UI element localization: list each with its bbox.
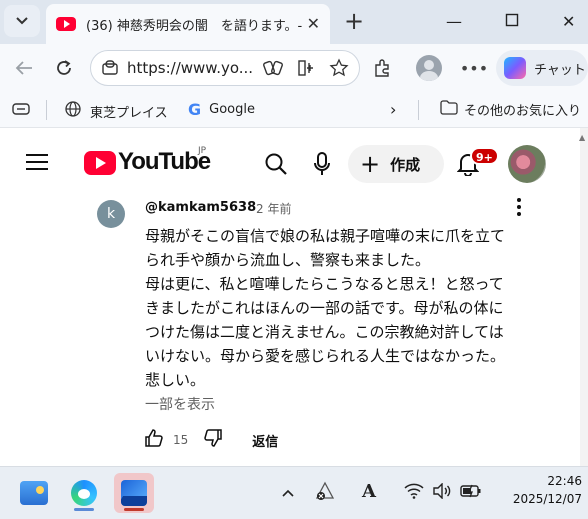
other-favorites-label: その他のお気に入り: [464, 104, 582, 119]
favorite-label: Google: [209, 102, 255, 117]
reply-button[interactable]: 返信: [252, 431, 278, 450]
tab-strip: (36) 神慈秀明会の闇 を語ります。- ✕ + — ✕: [0, 0, 588, 44]
more-options-icon[interactable]: •••: [460, 56, 488, 80]
running-indicator: [74, 508, 94, 511]
microphone-icon[interactable]: [308, 150, 336, 178]
chevron-right-icon[interactable]: ›: [390, 100, 396, 119]
comment-time[interactable]: 2 年前: [256, 200, 291, 217]
comment-actions: 15 返信: [145, 428, 278, 452]
wifi-icon[interactable]: [404, 483, 424, 503]
plus-icon: +: [360, 150, 381, 178]
create-button[interactable]: + 作成: [348, 145, 444, 183]
divider: [46, 100, 47, 120]
create-label: 作成: [390, 155, 421, 174]
volume-icon[interactable]: [432, 482, 452, 503]
favorites-bar: 東芝プレイス G Google › その他のお気に入り: [0, 92, 588, 128]
show-hidden-icons-chevron-icon[interactable]: [282, 485, 294, 501]
close-window-icon[interactable]: ✕: [562, 12, 575, 31]
comment-line: つけた傷は二度と消えません。この宗教絶対許しては: [145, 323, 504, 341]
battery-charging-icon[interactable]: [460, 483, 482, 503]
comment-line: 母親がそこの盲信で娘の私は親子喧嘩の末に爪を立て: [145, 227, 506, 245]
youtube-logo-icon[interactable]: [84, 151, 116, 175]
url-text: https://www.yo...: [127, 59, 254, 77]
commenter-avatar[interactable]: k: [97, 200, 125, 228]
comment-line: 母は更に、私と喧嘩したらこうなると思え！と怒って: [145, 275, 504, 293]
edge-icon: [71, 480, 97, 506]
comment-author[interactable]: @kamkam5638: [145, 200, 256, 215]
favorite-label: 東芝プレイス: [90, 105, 168, 121]
new-tab-button[interactable]: +: [340, 8, 368, 36]
thumbs-down-icon[interactable]: [204, 429, 223, 451]
app-available-icon[interactable]: [263, 59, 283, 81]
security-status-icon[interactable]: [314, 481, 336, 505]
reading-list-icon[interactable]: [12, 102, 30, 116]
favorite-google[interactable]: G Google: [188, 100, 255, 119]
folder-icon: [440, 100, 458, 119]
youtube-logo-text[interactable]: YouTube: [118, 148, 211, 176]
comment-text: 母親がそこの盲信で娘の私は親子喧嘩の末に爪を立て られ手や顔から流血し、警察も来…: [145, 224, 545, 392]
browser-toolbar: https://www.yo... ••• チャット: [0, 44, 588, 92]
comment-line: きましたがこれはほんの一部の話です。母が私の体に: [145, 299, 504, 317]
comment-more-icon[interactable]: [514, 198, 524, 218]
menu-icon[interactable]: [26, 154, 48, 172]
comment-line: 悲しい。: [145, 371, 206, 389]
back-arrow-icon[interactable]: [12, 56, 36, 80]
tab-actions-button[interactable]: [4, 5, 40, 37]
youtube-favicon-icon: [56, 17, 76, 31]
widgets-icon: [20, 481, 48, 505]
search-icon[interactable]: [262, 150, 290, 178]
copilot-chat-button[interactable]: チャット: [496, 50, 588, 86]
extensions-icon[interactable]: [370, 56, 394, 80]
divider: [418, 100, 419, 120]
youtube-page: YouTube JP + 作成 9+ k @kamkam5638 2 年前 母親…: [0, 128, 588, 466]
chevron-down-icon: [16, 17, 28, 25]
youtube-header: YouTube JP + 作成 9+: [0, 128, 588, 200]
site-info-icon[interactable]: [101, 59, 119, 81]
comment-line: られ手や顔から流血し、警察も来ました。: [145, 251, 431, 269]
globe-icon: [64, 100, 82, 122]
show-less-link[interactable]: 一部を表示: [145, 394, 215, 414]
close-tab-icon[interactable]: ✕: [307, 14, 320, 33]
reload-icon[interactable]: [52, 56, 76, 80]
google-icon: G: [188, 100, 202, 119]
maximize-icon[interactable]: [505, 12, 519, 31]
profile-avatar[interactable]: [416, 55, 442, 81]
region-code: JP: [198, 146, 207, 156]
split-screen-icon[interactable]: [297, 59, 315, 81]
clock-time: 22:46: [547, 474, 582, 488]
minimize-icon[interactable]: —: [446, 12, 462, 31]
like-count: 15: [173, 433, 189, 447]
taskbar-clock[interactable]: 22:46 2025/12/07: [500, 472, 582, 508]
tab-title: (36) 神慈秀明会の闇 を語ります。-: [86, 18, 302, 34]
running-indicator: [124, 508, 144, 511]
clock-date: 2025/12/07: [512, 492, 582, 506]
notification-badge: 9+: [470, 147, 499, 165]
copilot-label: チャット: [534, 62, 586, 78]
app-tray-icon[interactable]: A: [362, 481, 376, 502]
thumbs-up-icon[interactable]: [145, 429, 163, 451]
photos-icon: [121, 480, 147, 506]
edge-taskbar-button[interactable]: [64, 473, 104, 513]
comment-line: いけない。母から愛を感じられる人生ではなかった。: [145, 347, 506, 365]
scroll-up-arrow-icon[interactable]: ▲: [579, 133, 585, 142]
favorite-toshiba[interactable]: 東芝プレイス: [64, 100, 168, 122]
active-tab[interactable]: (36) 神慈秀明会の闇 を語ります。- ✕: [46, 4, 330, 44]
widgets-button[interactable]: [14, 473, 54, 513]
copilot-icon: [504, 57, 526, 79]
favorite-star-icon[interactable]: [329, 58, 349, 82]
page-scrollbar[interactable]: [580, 128, 588, 466]
other-favorites[interactable]: その他のお気に入り: [440, 100, 581, 119]
user-avatar[interactable]: [508, 145, 546, 183]
address-bar[interactable]: https://www.yo...: [90, 50, 360, 86]
photos-taskbar-button[interactable]: [114, 473, 154, 513]
